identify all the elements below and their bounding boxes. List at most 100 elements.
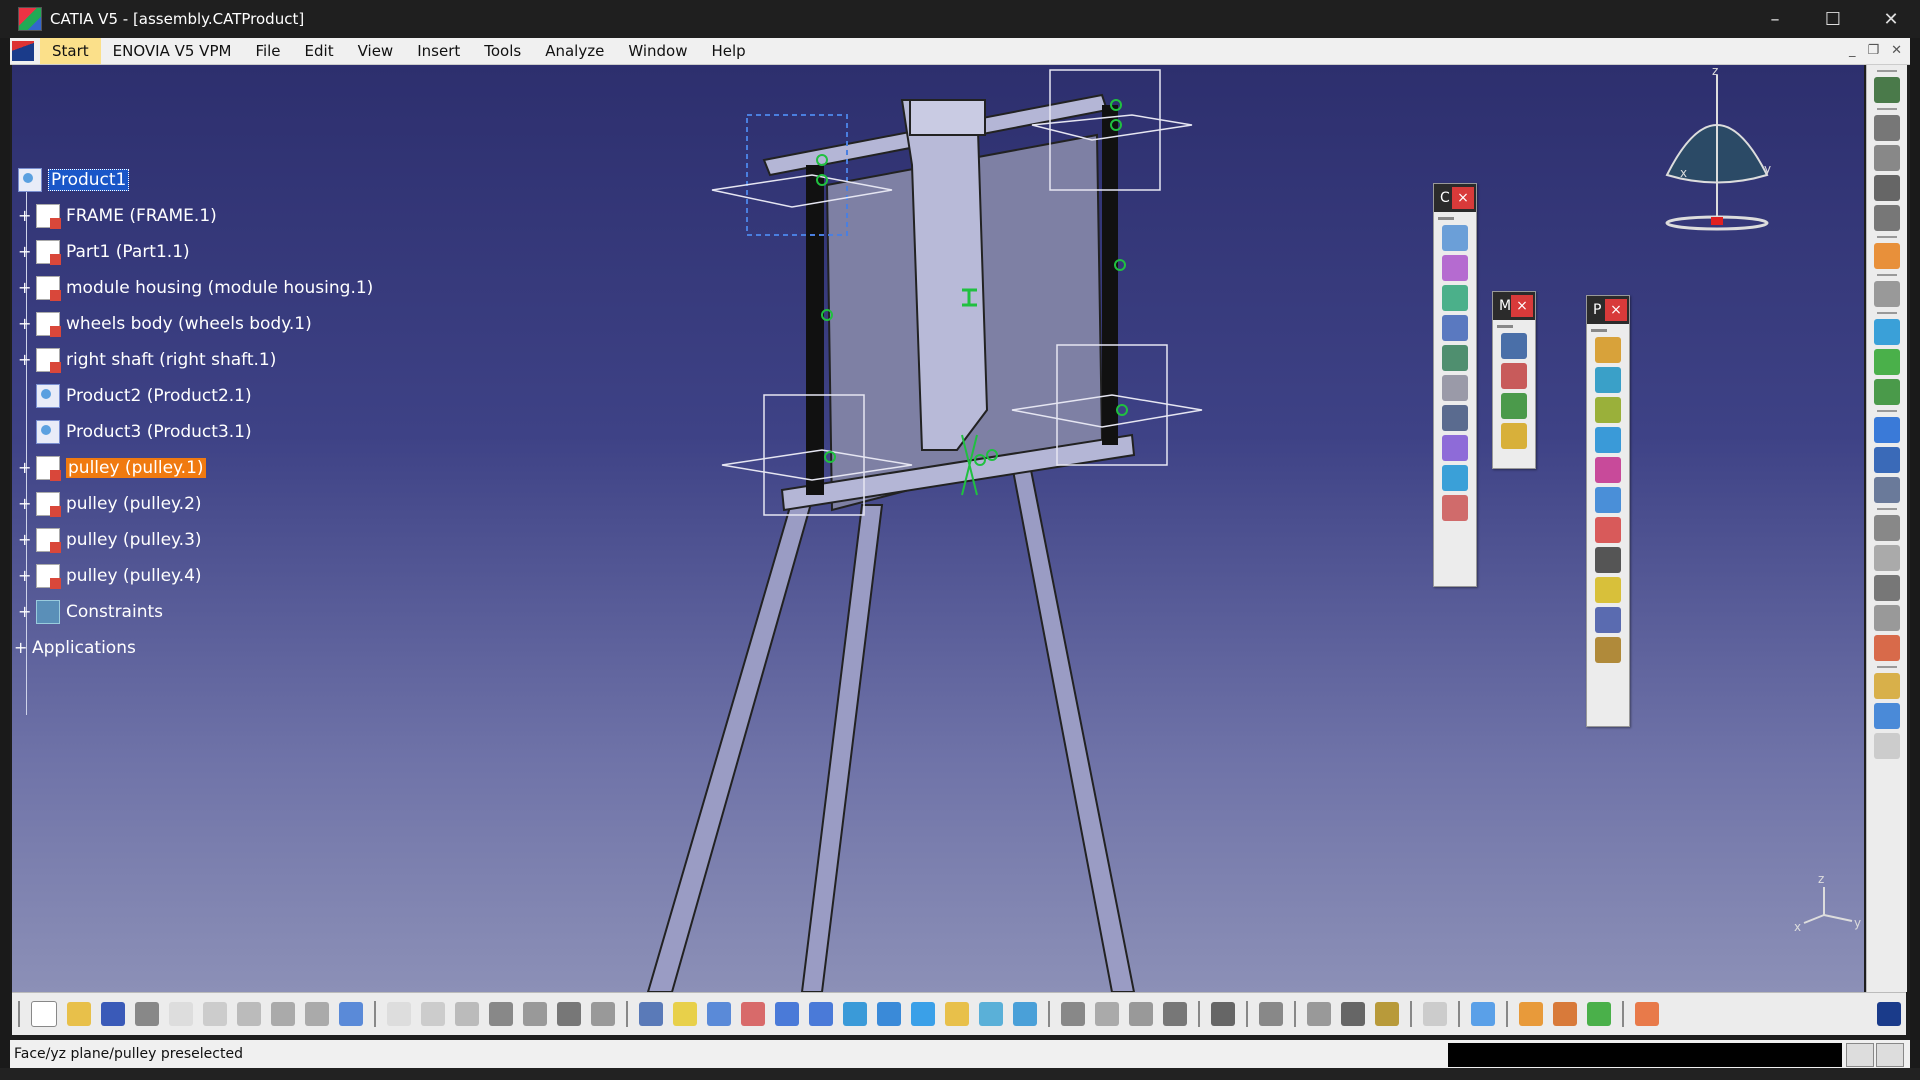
tree-node-label[interactable]: wheels body (wheels body.1) (66, 314, 312, 334)
paste-icon[interactable] (237, 1002, 261, 1026)
tree-root[interactable]: Product1 (18, 167, 130, 193)
open-file-icon[interactable] (67, 1002, 91, 1026)
tree-node-label[interactable]: pulley (pulley.1) (66, 458, 206, 478)
table-icon[interactable] (489, 1002, 513, 1026)
grid-icon[interactable] (1635, 1002, 1659, 1026)
save-icon[interactable] (101, 1002, 125, 1026)
catia-app-icon[interactable] (18, 7, 42, 31)
text-icon[interactable] (1874, 545, 1900, 571)
tree-node-label[interactable]: Part1 (Part1.1) (66, 242, 190, 262)
replace-component-icon[interactable] (1595, 487, 1621, 513)
catia-logo-icon[interactable] (12, 41, 34, 61)
redo-icon[interactable] (305, 1002, 329, 1026)
existing-component-icon[interactable] (1595, 427, 1621, 453)
tree-node-pulley-2[interactable]: + pulley (pulley.2) (18, 491, 202, 517)
expand-icon[interactable]: + (18, 496, 31, 512)
frame-leg-center[interactable] (800, 504, 884, 992)
maximize-button[interactable]: ☐ (1804, 0, 1862, 38)
more-icon[interactable] (1095, 1002, 1119, 1026)
tree-node-label[interactable]: module housing (module housing.1) (66, 278, 373, 298)
publication-icon[interactable] (1874, 417, 1900, 443)
toolbar-title[interactable]: C × (1434, 184, 1476, 212)
tree-node-wheels-body[interactable]: + wheels body (wheels body.1) (18, 311, 312, 337)
minimize-button[interactable]: – (1746, 0, 1804, 38)
left-shaft[interactable] (806, 165, 824, 495)
floating-toolbar-move[interactable]: M × (1492, 291, 1536, 469)
manipulation-icon[interactable] (1501, 333, 1527, 359)
snap-icon[interactable] (1501, 363, 1527, 389)
tree-node-module-housing[interactable]: + module housing (module housing.1) (18, 275, 373, 301)
toolbar-title[interactable]: P × (1587, 296, 1629, 324)
menu-enovia[interactable]: ENOVIA V5 VPM (101, 38, 244, 64)
reuse-pattern-icon[interactable] (1442, 495, 1468, 521)
expand-icon[interactable]: + (14, 640, 27, 656)
insert-product-icon[interactable] (1595, 367, 1621, 393)
expand-icon[interactable]: + (18, 280, 31, 296)
doc-restore-button[interactable]: ❐ (1867, 38, 1879, 64)
selective-load-icon[interactable] (1595, 577, 1621, 603)
catalog-icon[interactable] (1874, 319, 1900, 345)
menu-help[interactable]: Help (699, 38, 757, 64)
tree-node-label[interactable]: Constraints (66, 602, 163, 622)
command-input[interactable] (1448, 1043, 1842, 1067)
tree-node-label[interactable]: pulley (pulley.3) (66, 530, 202, 550)
frame-leg-left[interactable] (646, 499, 814, 992)
update-all-icon[interactable] (1423, 1002, 1447, 1026)
shading-icon[interactable] (945, 1002, 969, 1026)
tree-node-pulley-3[interactable]: + pulley (pulley.3) (18, 527, 202, 553)
tree-root-label[interactable]: Product1 (48, 169, 130, 191)
measure-item-icon[interactable] (1341, 1002, 1365, 1026)
measure-icon[interactable] (1874, 281, 1900, 307)
tree-node-label[interactable]: Product3 (Product3.1) (66, 422, 252, 442)
cut-icon[interactable] (1874, 635, 1900, 661)
insert-part-icon[interactable] (1595, 397, 1621, 423)
fix-together-icon[interactable] (1442, 375, 1468, 401)
tree-node-right-shaft[interactable]: + right shaft (right shaft.1) (18, 347, 276, 373)
tree-node-pulley-4[interactable]: + pulley (pulley.4) (18, 563, 202, 589)
fix-icon[interactable] (1442, 345, 1468, 371)
floating-toolbar-product-structure[interactable]: P × (1586, 295, 1630, 727)
change-constraint-icon[interactable] (1442, 465, 1468, 491)
tree-node-pulley-1[interactable]: + pulley (pulley.1) (18, 455, 206, 481)
tree-node-label[interactable]: pulley (pulley.4) (66, 566, 202, 586)
clash-icon[interactable] (1874, 175, 1900, 201)
expand-icon[interactable]: + (18, 208, 31, 224)
frame-leg-right[interactable] (1010, 464, 1136, 992)
apply-material-icon[interactable] (1471, 1002, 1495, 1026)
expand-icon[interactable]: + (18, 604, 31, 620)
toolbar-grip[interactable] (1591, 329, 1607, 332)
toolbar-grip[interactable] (1438, 217, 1454, 220)
whats-this-icon[interactable] (339, 1002, 363, 1026)
expand-icon[interactable]: + (18, 568, 31, 584)
expand-icon[interactable]: + (18, 352, 31, 368)
menu-edit[interactable]: Edit (293, 38, 346, 64)
catalog-browser-icon[interactable] (557, 1002, 581, 1026)
close-icon[interactable]: × (1511, 295, 1533, 317)
enhanced-scene-icon[interactable] (1874, 447, 1900, 473)
isometric-view-icon[interactable] (911, 1002, 935, 1026)
color-analysis-icon[interactable] (1587, 1002, 1611, 1026)
constraint-view-icon[interactable] (1874, 673, 1900, 699)
scene-icon[interactable] (1874, 349, 1900, 375)
fly-mode-icon[interactable] (639, 1002, 663, 1026)
measure-between-icon[interactable] (1307, 1002, 1331, 1026)
rotate-icon[interactable] (741, 1002, 765, 1026)
coincidence-icon[interactable] (1442, 225, 1468, 251)
expand-icon[interactable]: + (18, 460, 31, 476)
weld-icon[interactable] (1874, 575, 1900, 601)
bill-of-material-icon[interactable] (1874, 379, 1900, 405)
offset-icon[interactable] (1442, 285, 1468, 311)
layout-toggle-button[interactable] (1846, 1043, 1874, 1067)
capture-icon[interactable] (1211, 1002, 1235, 1026)
expand-icon[interactable]: + (18, 316, 31, 332)
explode-icon[interactable] (1501, 393, 1527, 419)
constraint-marker[interactable] (1116, 404, 1128, 416)
menu-insert[interactable]: Insert (405, 38, 472, 64)
menu-start[interactable]: Start (40, 38, 101, 64)
catalog-part-icon[interactable] (1519, 1002, 1543, 1026)
angle-icon[interactable] (1442, 315, 1468, 341)
fullscreen-toggle-button[interactable] (1876, 1043, 1904, 1067)
more-icon[interactable] (1874, 733, 1900, 759)
compass[interactable] (1665, 75, 1769, 231)
normal-view-icon[interactable] (843, 1002, 867, 1026)
